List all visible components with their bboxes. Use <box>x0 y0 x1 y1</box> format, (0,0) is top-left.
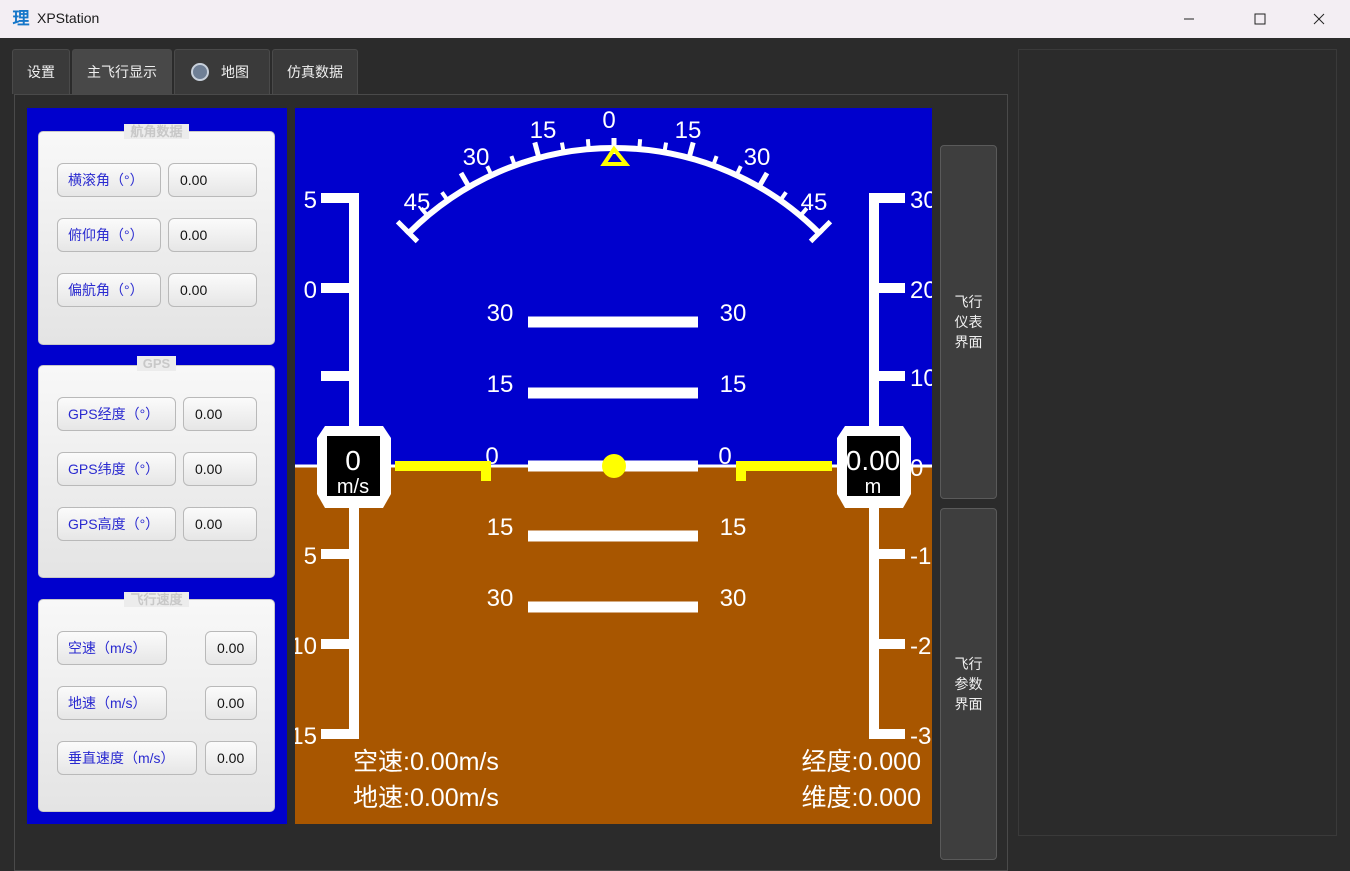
map-icon <box>191 63 209 81</box>
right-wing-marker <box>742 461 832 471</box>
speed-readout-value: 0 <box>345 445 361 476</box>
maximize-button[interactable] <box>1237 0 1283 38</box>
speed-tick-label: 10 <box>295 633 317 660</box>
altitude-tick-label: -3 <box>910 723 931 750</box>
data-panel: 航角数据 横滚角（°） 0.00 俯仰角（°） 0.00 偏航角（°） 0.00… <box>27 108 287 824</box>
attitude-indicator: 45 30 15 0 15 30 45 30 30 15 15 0 0 15 15 30 30 5 0 5 10 15… <box>295 108 932 824</box>
roll-angle-button[interactable]: 横滚角（°） <box>57 163 161 197</box>
yaw-angle-value: 0.00 <box>168 273 257 307</box>
pitch-angle-button[interactable]: 俯仰角（°） <box>57 218 161 252</box>
altitude-readout-unit: m <box>865 476 882 498</box>
airspeed-text: 空速:0.00m/s <box>353 748 499 776</box>
roll-label: 15 <box>530 117 557 144</box>
speed-group: 飞行速度 空速（m/s） 0.00 地速（m/s） 0.00 垂直速度（m/s）… <box>38 592 275 812</box>
gps-latitude-button[interactable]: GPS纬度（°） <box>57 452 176 486</box>
gps-latitude-value: 0.00 <box>183 452 257 486</box>
pitch-label-left: 30 <box>487 300 514 327</box>
pitch-label-right: 30 <box>720 585 747 612</box>
minimize-button[interactable] <box>1166 0 1212 38</box>
tab-label: 设置 <box>27 64 55 80</box>
window-title: XPStation <box>37 10 100 26</box>
yaw-angle-button[interactable]: 偏航角（°） <box>57 273 161 307</box>
close-button[interactable] <box>1296 0 1342 38</box>
gps-group-title: GPS <box>136 356 177 371</box>
pitch-label-right: 30 <box>720 300 747 327</box>
airspeed-value: 0.00 <box>205 631 257 665</box>
roll-tick <box>585 138 591 150</box>
roll-label: 45 <box>404 189 431 216</box>
tab-label: 地图 <box>221 64 249 80</box>
roll-label: 30 <box>463 144 490 171</box>
aircraft-center-dot <box>602 454 626 478</box>
tab-map[interactable]: 地图 <box>174 49 270 94</box>
title-bar: 理 XPStation <box>0 0 1350 38</box>
speed-tick-label: 5 <box>304 543 317 570</box>
gps-group: GPS GPS经度（°） 0.00 GPS纬度（°） 0.00 GPS高度（°）… <box>38 356 275 578</box>
pitch-label-right: 15 <box>720 514 747 541</box>
roll-label: 30 <box>744 144 771 171</box>
main-pane: 设置 主飞行显示 地图 仿真数据 航角数据 横滚角（°） 0.00 俯仰角（°）… <box>0 38 1012 871</box>
tab-bar: 设置 主飞行显示 地图 仿真数据 <box>12 49 358 94</box>
vertical-speed-button[interactable]: 垂直速度（m/s） <box>57 741 197 775</box>
sky-area <box>295 108 932 466</box>
close-icon <box>1313 13 1325 25</box>
tab-simulation-data[interactable]: 仿真数据 <box>272 49 358 94</box>
left-wing-tip <box>481 461 491 481</box>
app-logo-icon: 理 <box>12 9 30 29</box>
primary-flight-display: 45 30 15 0 15 30 45 30 30 15 15 0 0 15 15 30 30 5 0 5 10 15… <box>295 108 932 824</box>
tab-label: 仿真数据 <box>287 64 343 80</box>
roll-tick <box>559 142 566 153</box>
pitch-label-left: 15 <box>487 371 514 398</box>
pitch-label-right: 0 <box>718 443 731 470</box>
speed-group-title: 飞行速度 <box>124 592 189 607</box>
speed-readout-unit: m/s <box>337 476 369 498</box>
flight-parameter-view-button[interactable]: 飞行 参数 界面 <box>940 508 997 860</box>
tab-panel: 航角数据 横滚角（°） 0.00 俯仰角（°） 0.00 偏航角（°） 0.00… <box>14 94 1008 871</box>
altitude-tick-label: -1 <box>910 543 931 570</box>
minimize-icon <box>1184 18 1194 20</box>
vertical-speed-value: 0.00 <box>205 741 257 775</box>
roll-label: 45 <box>801 189 828 216</box>
right-panel <box>1018 49 1337 836</box>
pitch-label-right: 15 <box>720 371 747 398</box>
roll-label: 0 <box>602 108 615 134</box>
roll-angle-value: 0.00 <box>168 163 257 197</box>
roll-label: 15 <box>675 117 702 144</box>
groundspeed-button[interactable]: 地速（m/s） <box>57 686 167 720</box>
maximize-icon <box>1254 13 1266 25</box>
roll-tick <box>637 138 643 150</box>
tab-settings[interactable]: 设置 <box>12 49 70 94</box>
altitude-tick-label: 10 <box>910 365 932 392</box>
pitch-label-left: 15 <box>487 514 514 541</box>
left-wing-marker <box>395 461 485 471</box>
gps-altitude-button[interactable]: GPS高度（°） <box>57 507 176 541</box>
roll-tick <box>662 142 669 153</box>
altitude-tick-label: 20 <box>910 277 932 304</box>
right-wing-tip <box>736 461 746 481</box>
gps-longitude-value: 0.00 <box>183 397 257 431</box>
speed-tick-label: 0 <box>304 277 317 304</box>
gps-longitude-button[interactable]: GPS经度（°） <box>57 397 176 431</box>
tab-primary-flight-display[interactable]: 主飞行显示 <box>72 49 172 94</box>
airspeed-button[interactable]: 空速（m/s） <box>57 631 167 665</box>
gps-altitude-value: 0.00 <box>183 507 257 541</box>
tab-label: 主飞行显示 <box>87 64 157 80</box>
flight-instrument-view-button[interactable]: 飞行 仪表 界面 <box>940 145 997 499</box>
attitude-group: 航角数据 横滚角（°） 0.00 俯仰角（°） 0.00 偏航角（°） 0.00 <box>38 124 275 345</box>
altitude-tick-label: 0 <box>910 455 923 482</box>
groundspeed-value: 0.00 <box>205 686 257 720</box>
speed-tick-label: 5 <box>304 187 317 214</box>
groundspeed-text: 地速:0.00m/s <box>353 784 499 812</box>
longitude-text: 经度:0.000 <box>801 748 921 776</box>
latitude-text: 维度:0.000 <box>801 784 921 812</box>
speed-tick-label: 15 <box>295 723 317 750</box>
pitch-label-left: 30 <box>487 585 514 612</box>
altitude-tick-label: 30 <box>910 187 932 214</box>
altitude-readout-value: 0.00 <box>846 445 901 476</box>
attitude-group-title: 航角数据 <box>124 124 189 139</box>
pitch-angle-value: 0.00 <box>168 218 257 252</box>
altitude-tick-label: -2 <box>910 633 931 660</box>
